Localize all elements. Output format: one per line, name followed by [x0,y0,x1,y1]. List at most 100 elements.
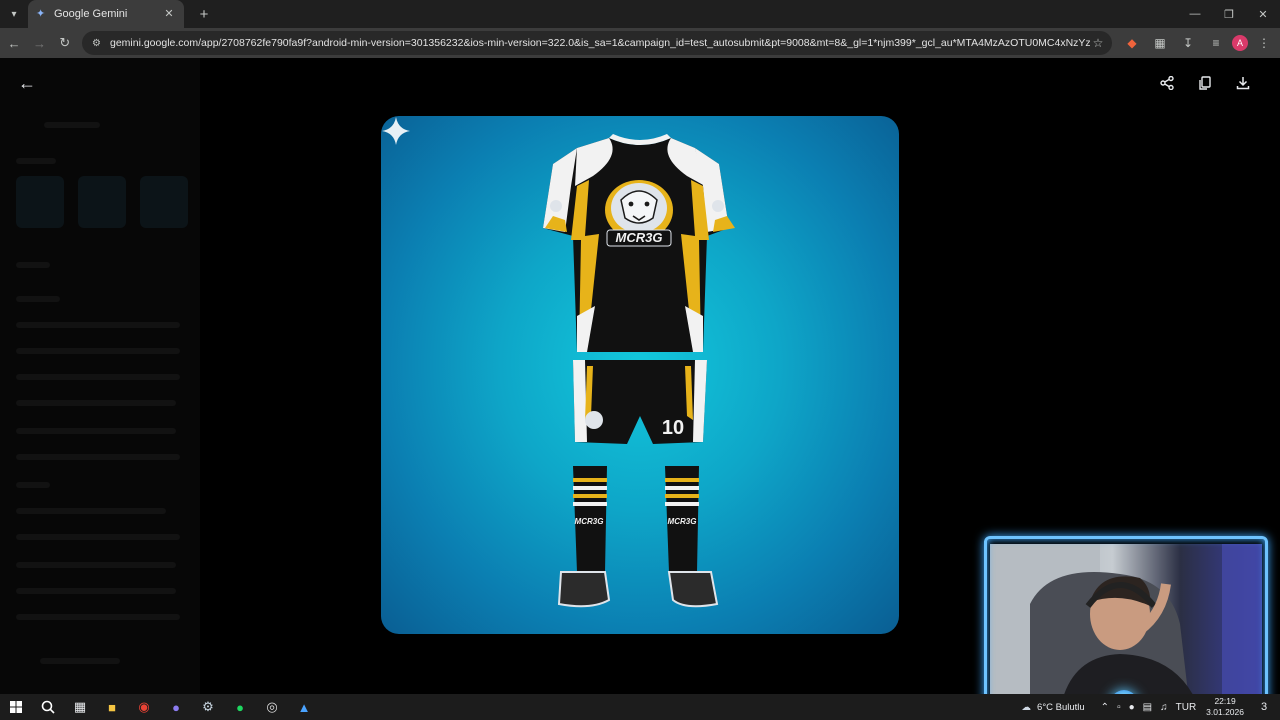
address-bar[interactable]: ⚙ gemini.google.com/app/2708762fe790fa9f… [81,31,1112,55]
ghost-line [40,658,120,664]
weather-widget[interactable]: ☁ 6°C Bulutlu [1022,702,1085,713]
left-sock: MCR3G [573,466,607,572]
football-kit-illustration: MCR3G 10 MCR3G MCR3G [543,134,735,608]
share-icon[interactable] [1156,72,1178,94]
toolbar-actions: ◆ ▦ ↧ ≡ A ⋮ [1120,31,1280,55]
download-image-icon[interactable] [1232,72,1254,94]
tray-icons: ⌃ ▫ ● ▤ ♫ TUR [1097,702,1201,713]
extension-fox-icon[interactable]: ◆ [1120,31,1144,55]
ghost-thumbnail [140,176,188,228]
obs-icon[interactable]: ◎ [256,694,288,720]
gemini-sparkle-icon: ✦ [36,8,46,20]
close-tab-icon[interactable]: ✕ [162,7,176,21]
clock-date: 3.01.2026 [1206,707,1244,717]
microphone-icon[interactable]: ● [1129,702,1135,713]
network-icon[interactable]: ▤ [1143,702,1152,713]
ghost-line [16,614,180,620]
crest-text: MCR3G [616,230,663,245]
windows-taskbar: ▦ ■ ◉ ● ⚙ ● ◎ ▲ ☁ 6°C Bulutlu ⌃ ▫ ● ▤ ♫ … [0,694,1280,720]
webcam-frame [984,536,1268,694]
weather-text: 6°C Bulutlu [1037,701,1085,713]
restore-icon[interactable]: ❐ [1212,0,1246,28]
right-sleeve-badge [712,200,724,212]
ghost-thumbnail [78,176,126,228]
volume-icon[interactable]: ♫ [1160,702,1168,713]
new-tab-button[interactable]: + [194,6,214,23]
clock-time: 22:19 [1214,696,1236,706]
right-sock-text: MCR3G [668,517,697,526]
crest-logo: MCR3G [605,180,673,247]
browser-toolbar: ← → ↻ ⚙ gemini.google.com/app/2708762fe7… [0,28,1280,58]
notification-count: 3 [1260,701,1268,713]
reload-icon[interactable]: ↻ [54,31,76,55]
right-boot [667,571,719,608]
ghost-line [16,508,166,514]
task-view-icon[interactable]: ▦ [64,694,96,720]
ghost-line [16,374,180,380]
ghost-line [16,348,180,354]
reading-list-icon[interactable]: ≡ [1204,31,1228,55]
ghost-line [16,158,56,164]
cloud-icon: ☁ [1021,701,1032,713]
ghost-line [16,534,180,540]
ghost-line [16,588,176,594]
system-tray: ☁ 6°C Bulutlu ⌃ ▫ ● ▤ ♫ TUR 22:19 3.01.2… [1022,694,1280,720]
menu-kebab-icon[interactable]: ⋮ [1252,31,1276,55]
dimmed-sidebar [0,58,200,694]
shorts-right-stripe [693,360,707,442]
ghost-line [16,296,60,302]
windows-start-icon[interactable] [0,694,32,720]
window-controls: — ❐ ✕ [1178,0,1280,28]
ghost-line [16,454,180,460]
left-sock-text: MCR3G [575,517,604,526]
bookmark-star-icon[interactable]: ☆ [1090,36,1106,50]
gemini-sparkle-watermark-icon [382,117,410,145]
profile-avatar[interactable]: A [1231,35,1248,51]
copy-icon[interactable] [1194,72,1216,94]
clock[interactable]: 22:19 3.01.2026 [1206,696,1244,718]
back-icon[interactable]: ← [3,31,25,55]
close-viewer-back-icon[interactable]: ← [16,72,38,94]
minimize-icon[interactable]: — [1178,0,1212,28]
tab-search-button[interactable]: ▾ [4,4,24,24]
app-blue-icon[interactable]: ▲ [288,694,320,720]
language-indicator[interactable]: TUR [1176,702,1197,713]
file-explorer-icon[interactable]: ■ [96,694,128,720]
shorts-badge [585,411,603,429]
download-icon[interactable]: ↧ [1176,31,1200,55]
shorts-number: 10 [662,417,684,439]
ghost-line [44,122,100,128]
ghost-line [16,428,176,434]
discord-icon[interactable]: ● [160,694,192,720]
chrome-icon[interactable]: ◉ [128,694,160,720]
spotify-icon[interactable]: ● [224,694,256,720]
viewer-actions [1140,72,1254,94]
browser-tab[interactable]: ✦ Google Gemini ✕ [28,0,184,28]
site-info-icon[interactable]: ⚙ [92,38,106,49]
ghost-line [16,322,180,328]
url-text: gemini.google.com/app/2708762fe790fa9f?a… [109,37,1090,49]
ghost-line [16,482,50,488]
webcam-overlay [984,536,1268,694]
tab-title: Google Gemini [54,8,128,20]
forward-icon[interactable]: → [28,31,50,55]
steam-icon[interactable]: ⚙ [192,694,224,720]
tab-strip: ▾ ✦ Google Gemini ✕ + — ❐ ✕ [0,0,1280,28]
right-sock: MCR3G [665,466,699,572]
ghost-line [16,400,176,406]
extensions-puzzle-icon[interactable]: ▦ [1148,31,1172,55]
gemini-image-viewer: ← MCR3G 10 MCR3G MCR3G [0,58,1280,694]
search-icon[interactable] [32,694,64,720]
ghost-line [16,562,176,568]
tray-app-icon[interactable]: ▫ [1117,702,1121,713]
close-window-icon[interactable]: ✕ [1246,0,1280,28]
chevron-up-icon[interactable]: ⌃ [1101,702,1109,713]
ghost-line [16,262,50,268]
notifications-icon[interactable]: 3 [1254,697,1274,717]
left-boot [557,571,611,608]
ghost-thumbnail [16,176,64,228]
chevron-down-icon: ▾ [11,8,17,20]
left-sleeve-badge [550,200,562,212]
shorts-left-stripe [573,360,587,442]
generated-image[interactable]: MCR3G 10 MCR3G MCR3G [381,116,899,634]
